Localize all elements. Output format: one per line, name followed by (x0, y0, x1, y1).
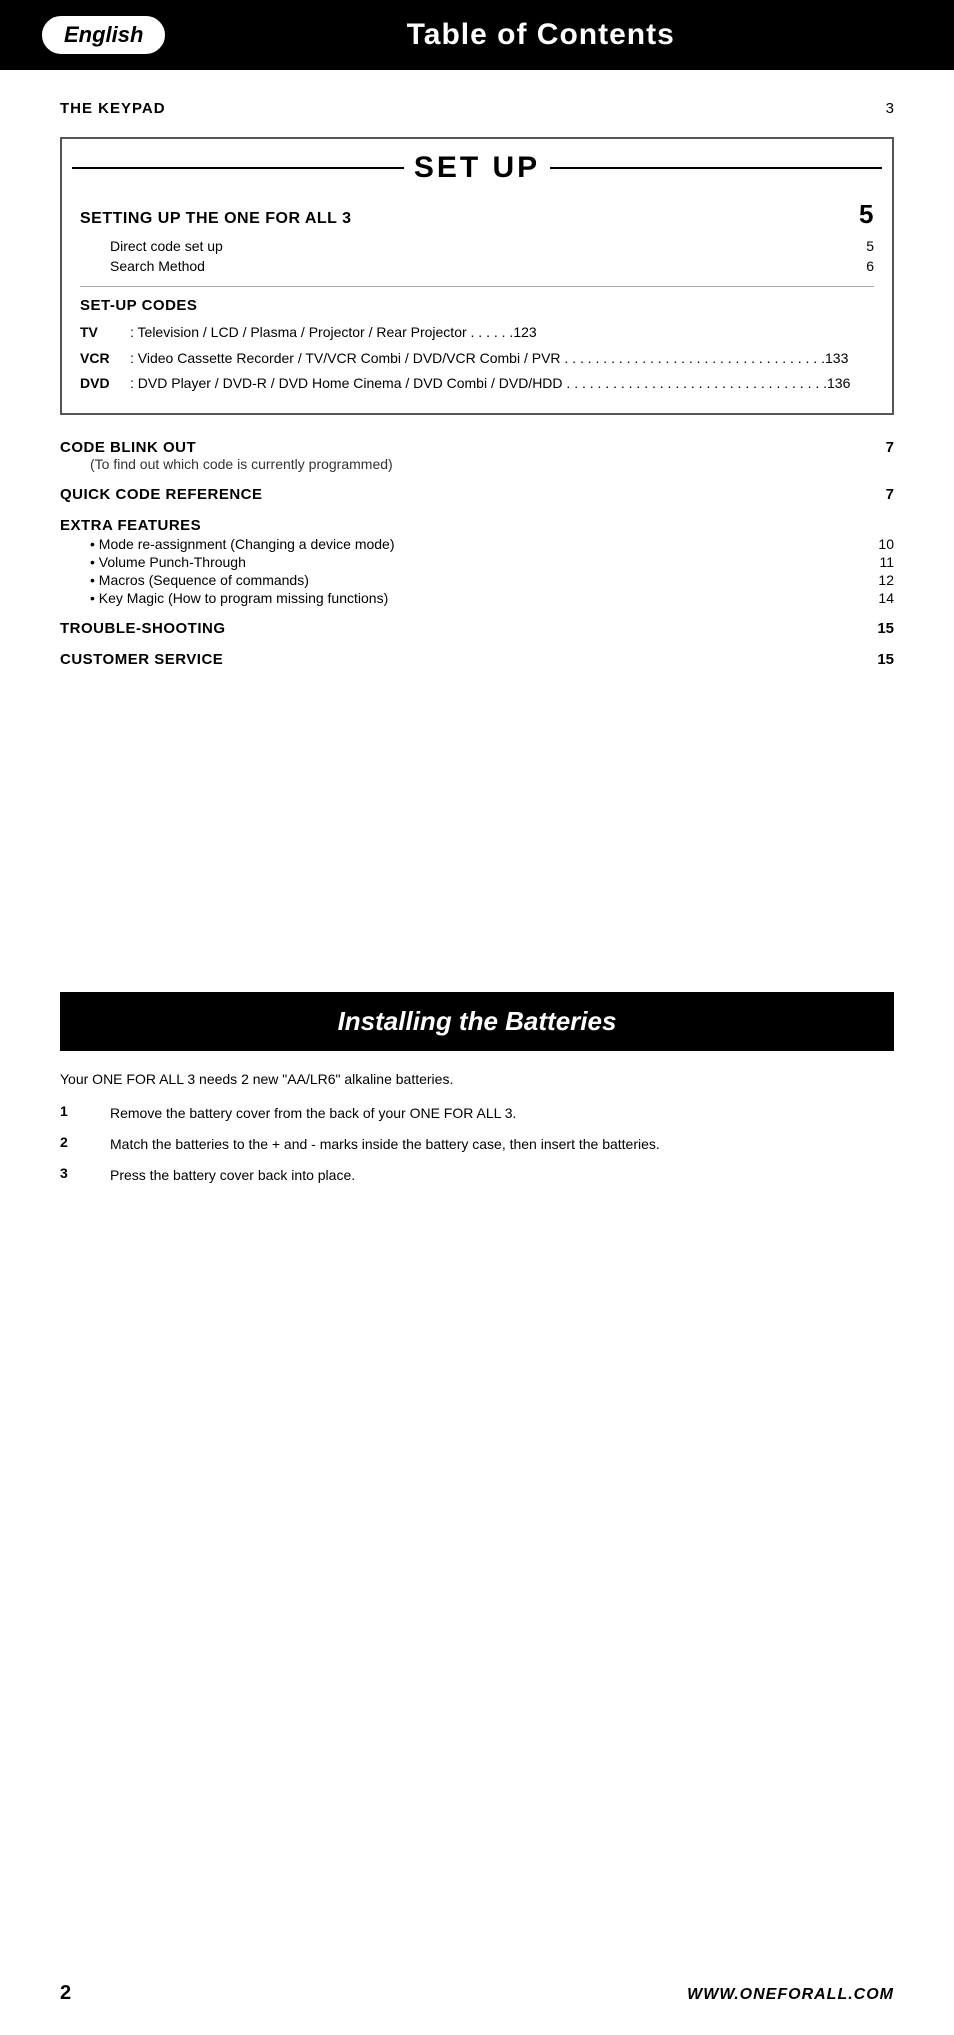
code-type-tv: TV (80, 322, 130, 343)
batteries-content: Your ONE FOR ALL 3 needs 2 new "AA/LR6" … (0, 1051, 954, 1226)
batteries-bar: Installing the Batteries (60, 992, 894, 1051)
setup-section-label: SETTING UP THE ONE FOR ALL 3 (80, 210, 352, 228)
toc-quick-code-page: 7 (886, 486, 894, 503)
header-title: Table of Contents (167, 18, 954, 52)
toc-extra-page-2: 12 (878, 572, 894, 588)
setup-title-row: SET UP (62, 139, 892, 191)
setup-sub-label-0: Direct code set up (110, 238, 866, 254)
footer-page-number: 2 (60, 1982, 71, 2005)
toc-customer: CUSTOMER SERVICE 15 (60, 651, 894, 668)
toc-extra-item-1: • Volume Punch-Through 11 (60, 554, 894, 570)
code-row-dvd: DVD : DVD Player / DVD-R / DVD Home Cine… (80, 373, 874, 395)
toc-extra-item-3: • Key Magic (How to program missing func… (60, 590, 894, 606)
code-desc-vcr: : Video Cassette Recorder / TV/VCR Combi… (130, 348, 874, 370)
setup-section-title: SETTING UP THE ONE FOR ALL 3 5 (80, 199, 874, 230)
step-num-3: 3 (60, 1165, 110, 1181)
keypad-page: 3 (886, 100, 894, 117)
step-text-1: Remove the battery cover from the back o… (110, 1103, 894, 1124)
setup-line-left (72, 167, 404, 169)
setup-sub-row-1: Search Method 6 (80, 256, 874, 276)
toc-extra-page-3: 14 (878, 590, 894, 606)
toc-customer-row: CUSTOMER SERVICE 15 (60, 651, 894, 668)
toc-code-blink-heading: CODE BLINK OUT (60, 439, 196, 456)
toc-extra-page-1: 11 (879, 554, 894, 570)
setup-sub-page-1: 6 (866, 258, 874, 274)
code-type-vcr: VCR (80, 348, 130, 369)
code-desc-tv: : Television / LCD / Plasma / Projector … (130, 322, 874, 344)
toc-quick-code-row: QUICK CODE REFERENCE 7 (60, 486, 894, 503)
step-text-3: Press the battery cover back into place. (110, 1165, 894, 1186)
setup-codes-title: SET-UP CODES (80, 297, 874, 314)
toc-extra-features: EXTRA FEATURES • Mode re-assignment (Cha… (60, 517, 894, 606)
toc-customer-heading: CUSTOMER SERVICE (60, 651, 223, 668)
setup-title: SET UP (414, 151, 540, 185)
setup-sub-page-0: 5 (866, 238, 874, 254)
main-content: THE KEYPAD 3 SET UP SETTING UP THE ONE F… (0, 70, 954, 712)
batteries-step-3: 3 Press the battery cover back into plac… (60, 1165, 894, 1186)
code-row-tv: TV : Television / LCD / Plasma / Project… (80, 322, 874, 344)
toc-trouble-row: TROUBLE-SHOOTING 15 (60, 620, 894, 637)
toc-quick-code: QUICK CODE REFERENCE 7 (60, 486, 894, 503)
setup-section-page: 5 (859, 199, 874, 230)
setup-box: SET UP SETTING UP THE ONE FOR ALL 3 5 Di… (60, 137, 894, 415)
keypad-row: THE KEYPAD 3 (60, 100, 894, 117)
toc-code-blink: CODE BLINK OUT 7 (To find out which code… (60, 439, 894, 472)
batteries-step-1: 1 Remove the battery cover from the back… (60, 1103, 894, 1124)
code-type-dvd: DVD (80, 373, 130, 394)
toc-extra-label-1: • Volume Punch-Through (90, 554, 246, 570)
batteries-step-2: 2 Match the batteries to the + and - mar… (60, 1134, 894, 1155)
keypad-label: THE KEYPAD (60, 100, 166, 117)
code-desc-dvd: : DVD Player / DVD-R / DVD Home Cinema /… (130, 373, 874, 395)
footer: 2 WWW.ONEFORALL.COM (60, 1982, 894, 2005)
toc-code-blink-row: CODE BLINK OUT 7 (60, 439, 894, 456)
toc-trouble-heading: TROUBLE-SHOOTING (60, 620, 226, 637)
step-num-1: 1 (60, 1103, 110, 1119)
english-badge: English (40, 14, 167, 56)
toc-extra-item-0: • Mode re-assignment (Changing a device … (60, 536, 894, 552)
toc-extra-features-heading: EXTRA FEATURES (60, 517, 894, 534)
page: English Table of Contents THE KEYPAD 3 S… (0, 0, 954, 2035)
code-row-vcr: VCR : Video Cassette Recorder / TV/VCR C… (80, 348, 874, 370)
toc-extra-label-3: • Key Magic (How to program missing func… (90, 590, 388, 606)
toc-customer-page: 15 (877, 651, 894, 668)
toc-trouble: TROUBLE-SHOOTING 15 (60, 620, 894, 637)
toc-quick-code-heading: QUICK CODE REFERENCE (60, 486, 263, 503)
toc-code-blink-page: 7 (886, 439, 894, 456)
step-text-2: Match the batteries to the + and - marks… (110, 1134, 894, 1155)
footer-url: WWW.ONEFORALL.COM (687, 1986, 894, 2004)
setup-sub-label-1: Search Method (110, 258, 866, 274)
toc-code-blink-sub: (To find out which code is currently pro… (60, 456, 894, 472)
step-num-2: 2 (60, 1134, 110, 1150)
toc-extra-page-0: 10 (878, 536, 894, 552)
header-bar: English Table of Contents (0, 0, 954, 70)
setup-divider (80, 286, 874, 287)
toc-trouble-page: 15 (877, 620, 894, 637)
toc-extra-label-0: • Mode re-assignment (Changing a device … (90, 536, 395, 552)
batteries-intro: Your ONE FOR ALL 3 needs 2 new "AA/LR6" … (60, 1071, 894, 1087)
toc-extra-item-2: • Macros (Sequence of commands) 12 (60, 572, 894, 588)
setup-line-right (550, 167, 882, 169)
toc-extra-label-2: • Macros (Sequence of commands) (90, 572, 309, 588)
spacer (0, 712, 954, 992)
setup-inner: SETTING UP THE ONE FOR ALL 3 5 Direct co… (62, 191, 892, 413)
setup-sub-row-0: Direct code set up 5 (80, 236, 874, 256)
